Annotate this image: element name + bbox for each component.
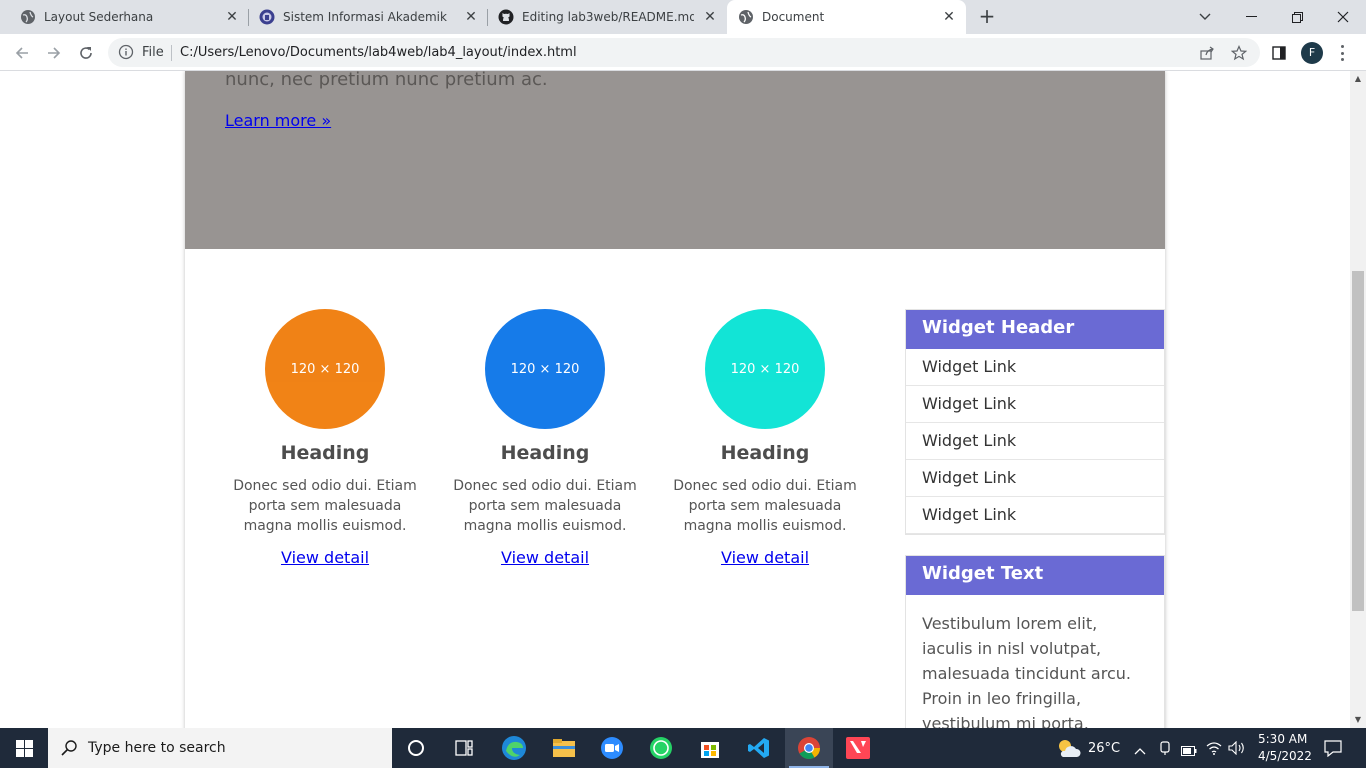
tab-close-icon[interactable]: ✕: [702, 9, 718, 25]
info-icon[interactable]: [118, 44, 134, 64]
menu-kebab-icon[interactable]: [1338, 42, 1346, 64]
widget-link[interactable]: Widget Link: [906, 349, 1164, 386]
weather-icon[interactable]: [1055, 737, 1081, 763]
page-container: nunc, nec pretium nunc pretium ac. Learn…: [185, 71, 1165, 728]
valorant-icon[interactable]: [834, 728, 882, 768]
chrome-icon[interactable]: [785, 728, 833, 768]
search-icon: [60, 739, 78, 761]
forward-arrow-icon[interactable]: [42, 41, 66, 65]
widget-link[interactable]: Widget Link: [906, 497, 1164, 534]
vertical-scrollbar[interactable]: ▲ ▼: [1350, 71, 1366, 728]
github-icon: [498, 9, 514, 25]
profile-avatar[interactable]: F: [1301, 42, 1323, 64]
feature-heading: Heading: [500, 442, 590, 464]
microsoft-store-icon[interactable]: [686, 728, 734, 768]
scrollbar-thumb[interactable]: [1352, 271, 1364, 611]
notification-icon[interactable]: [1324, 739, 1342, 761]
feature-image: 120 × 120: [265, 309, 385, 429]
file-explorer-icon[interactable]: [540, 728, 588, 768]
widget-header: Widget Header: [906, 310, 1164, 349]
widget-link[interactable]: Widget Link: [906, 386, 1164, 423]
side-panel-icon[interactable]: [1267, 41, 1291, 65]
browser-toolbar: File C:/Users/Lenovo/Documents/lab4web/l…: [0, 34, 1366, 71]
feature-text: Donec sed odio dui. Etiam porta sem male…: [673, 478, 857, 534]
weather-temperature[interactable]: 26°C: [1088, 741, 1120, 756]
widget-text-body: Vestibulum lorem elit, iaculis in nisl v…: [922, 614, 1131, 728]
widget-link[interactable]: Widget Link: [906, 460, 1164, 497]
feature-image: 120 × 120: [485, 309, 605, 429]
restore-button[interactable]: [1274, 0, 1320, 34]
hero-section: nunc, nec pretium nunc pretium ac. Learn…: [185, 71, 1165, 249]
view-detail-link[interactable]: View detail: [281, 548, 369, 567]
new-tab-button[interactable]: +: [976, 6, 998, 28]
feature-heading: Heading: [280, 442, 370, 464]
battery-icon[interactable]: [1181, 742, 1197, 761]
windows-start-icon[interactable]: [0, 728, 48, 768]
search-placeholder: Type here to search: [88, 740, 226, 756]
feature-heading: Heading: [720, 442, 810, 464]
hero-text: nunc, nec pretium nunc pretium ac.: [225, 71, 548, 90]
page-viewport: nunc, nec pretium nunc pretium ac. Learn…: [0, 71, 1350, 728]
url-text[interactable]: C:/Users/Lenovo/Documents/lab4web/lab4_l…: [180, 45, 577, 60]
meet-now-icon[interactable]: [1158, 740, 1172, 760]
tab-close-icon[interactable]: ✕: [224, 9, 240, 25]
taskbar-search-box[interactable]: Type here to search: [48, 728, 392, 768]
widget-text-box: Widget Text Vestibulum lorem elit, iacul…: [905, 555, 1165, 728]
feature-text: Donec sed odio dui. Etiam porta sem male…: [453, 478, 637, 534]
feature-card: 120 × 120 Heading Donec sed odio dui. Et…: [225, 309, 425, 567]
tab-document[interactable]: Document ✕: [727, 0, 966, 34]
reload-icon[interactable]: [74, 41, 98, 65]
volume-icon[interactable]: [1228, 740, 1246, 759]
tab-close-icon[interactable]: ✕: [463, 9, 479, 25]
feature-image: 120 × 120: [705, 309, 825, 429]
tab-github-editing[interactable]: Editing lab3web/README.md at ✕: [478, 0, 726, 34]
bookmark-star-icon[interactable]: [1230, 44, 1248, 62]
close-window-button[interactable]: [1320, 0, 1366, 34]
tab-title: Sistem Informasi Akademik: [283, 10, 447, 24]
tab-close-icon[interactable]: ✕: [941, 9, 957, 25]
share-icon[interactable]: [1198, 44, 1216, 62]
task-view-icon[interactable]: [440, 728, 488, 768]
minimize-button[interactable]: [1228, 0, 1274, 34]
globe-icon: [738, 9, 754, 25]
feature-card: 120 × 120 Heading Donec sed odio dui. Et…: [445, 309, 645, 567]
tab-title: Editing lab3web/README.md at: [522, 10, 694, 24]
clock-time[interactable]: 5:30 AM: [1258, 732, 1307, 746]
scroll-down-arrow-icon[interactable]: ▼: [1350, 712, 1366, 728]
tab-layout-sederhana[interactable]: Layout Sederhana ✕: [0, 0, 248, 34]
vscode-icon[interactable]: [735, 728, 783, 768]
widget-links: Widget Header Widget Link Widget Link Wi…: [905, 309, 1165, 535]
clock-date[interactable]: 4/5/2022: [1258, 749, 1312, 763]
university-icon: [259, 9, 275, 25]
tray-chevron-up-icon[interactable]: [1134, 741, 1146, 760]
zoom-app-icon[interactable]: [588, 728, 636, 768]
widget-link[interactable]: Widget Link: [906, 423, 1164, 460]
whatsapp-icon[interactable]: [637, 728, 685, 768]
tab-search-chevron-icon[interactable]: [1182, 0, 1228, 34]
feature-card: 120 × 120 Heading Donec sed odio dui. Et…: [665, 309, 865, 567]
tab-title: Document: [762, 10, 825, 24]
back-arrow-icon[interactable]: [10, 41, 34, 65]
scroll-up-arrow-icon[interactable]: ▲: [1350, 71, 1366, 87]
learn-more-link[interactable]: Learn more »: [225, 111, 331, 130]
feature-text: Donec sed odio dui. Etiam porta sem male…: [233, 478, 417, 534]
tab-strip: Layout Sederhana ✕ Sistem Informasi Akad…: [0, 0, 1366, 34]
omnibox-divider: [171, 45, 172, 61]
tab-title: Layout Sederhana: [44, 10, 154, 24]
tab-sistem-informasi[interactable]: Sistem Informasi Akademik ✕: [239, 0, 487, 34]
widget-text-header: Widget Text: [906, 556, 1164, 595]
edge-browser-icon[interactable]: [490, 728, 538, 768]
globe-icon: [20, 9, 36, 25]
view-detail-link[interactable]: View detail: [721, 548, 809, 567]
address-bar[interactable]: File C:/Users/Lenovo/Documents/lab4web/l…: [108, 38, 1260, 67]
view-detail-link[interactable]: View detail: [501, 548, 589, 567]
wifi-icon[interactable]: [1206, 740, 1222, 759]
windows-taskbar: Type here to search 26°C 5:30 AM 4/5/202…: [0, 728, 1366, 768]
cortana-icon[interactable]: [392, 728, 440, 768]
scheme-label: File: [142, 45, 164, 60]
